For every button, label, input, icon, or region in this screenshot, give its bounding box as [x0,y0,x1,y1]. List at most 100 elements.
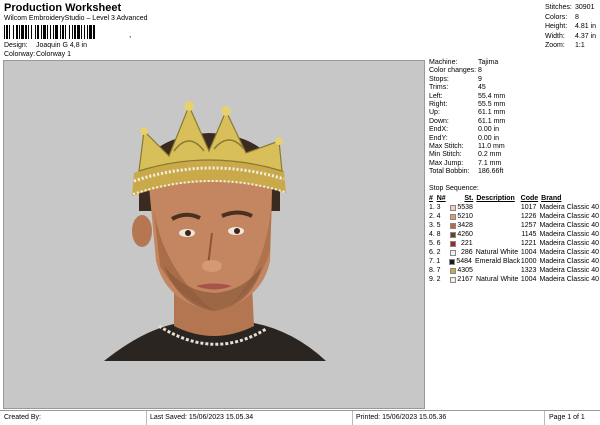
col-swatch [450,194,458,203]
printed-date: Printed: 15/06/2023 15.05.36 [356,414,447,421]
info-label: Max Jump: [429,159,464,167]
color-swatch [449,276,456,283]
row-needle: 6 [436,240,441,247]
info-value: 0.00 in [478,134,500,142]
info-label: Stops: [429,75,449,83]
table-row: 9. 2 2167 Natural White 1004 Madeira Classic … [429,275,599,284]
stat-zoom: Zoom: 1:1 [545,41,596,51]
row-brand: Madeira Classic 40 [539,240,599,247]
row-needle: 2 [436,276,441,283]
row-brand: Madeira Classic 40 [539,213,599,220]
info-label: Down: [429,117,449,125]
row-brand: Madeira Classic 40 [539,258,600,265]
info-label: Max Stitch: [429,142,464,150]
row-index: 3. [429,222,435,229]
row-stitches: 4305 [457,267,473,274]
row-swatch-cell [449,203,458,212]
row-index: 4. [429,231,435,238]
info-row: Stops: 9 [429,76,599,84]
color-swatch [449,213,456,220]
stat-stitches: Stitches: 30901 [545,3,596,13]
row-stitches: 2167 [457,276,473,283]
row-swatch-cell [449,257,456,266]
row-description [476,266,520,275]
row-brand: Madeira Classic 40 [539,204,599,211]
created-by: Created By: [4,414,41,421]
table-row: 3. 5 3428 1257 Madeira Classic 40 [429,221,599,230]
footer-divider [146,411,147,425]
design-preview [3,60,425,409]
stat-label: Width: [545,32,565,40]
color-swatch [449,267,456,274]
stop-sequence-title: Stop Sequence: [429,185,479,192]
info-row: EndX: 0.00 in [429,126,599,134]
color-swatch [449,204,456,211]
row-index: 5. [429,240,435,247]
row-swatch-cell [449,221,458,230]
row-code: 1000 [520,258,537,265]
info-value: 0.00 in [478,126,500,134]
embroidery-portrait-image [104,101,326,361]
row-needle: 2 [436,249,441,256]
row-swatch-cell [449,230,458,239]
info-value: 61.1 mm [478,117,506,125]
row-code: 1221 [520,240,537,247]
design-value: Joaquin G 4,8 in [36,42,87,49]
row-description [476,203,520,212]
color-swatch [449,231,456,238]
row-code: 1017 [520,204,537,211]
row-swatch-cell [449,248,458,257]
info-row: Max Stitch: 11.0 mm [429,143,599,151]
row-code: 1226 [520,213,537,220]
row-swatch-cell [449,239,458,248]
row-needle: 5 [436,222,441,229]
row-brand: Madeira Classic 40 [539,267,599,274]
row-needle: 1 [436,258,441,265]
table-row: 5. 6 221 1221 Madeira Classic 40 [429,239,599,248]
stat-value: 4.37 in [575,32,597,40]
row-stitches: 3428 [457,222,473,229]
stat-label: Stitches: [545,4,572,11]
info-label: Left: [429,92,443,100]
info-row: Max Jump: 7.1 mm [429,160,599,168]
info-row: Total Bobbin: 186.66ft [429,168,599,176]
row-stitches: 5484 [456,258,472,265]
info-value: 7.1 mm [478,159,502,167]
col-code: Code [520,195,539,202]
info-label: Total Bobbin: [429,168,470,176]
table-row: 6. 2 286 Natural White 1004 Madeira Classic 4… [429,248,599,257]
design-stats: Stitches: 30901 Colors: 8 Height: 4.81 in W… [545,3,596,51]
info-label: Machine: [429,59,458,66]
row-swatch-cell [449,212,458,221]
row-needle: 8 [436,231,441,238]
row-index: 6. [429,249,435,256]
row-stitches: 4260 [457,231,473,238]
row-index: 2. [429,213,435,220]
info-label: Right: [429,100,448,108]
machine-info: Machine: Tajima Color changes: 8 Stops: 9 Trim… [429,59,599,176]
row-description: Emerald Black [474,258,521,265]
row-swatch-cell [449,266,458,275]
info-row: Color changes: 8 [429,67,599,75]
color-swatch [449,222,456,229]
col-needle: N# [436,195,446,202]
info-value: 55.4 mm [478,92,506,100]
row-description: Natural White [475,249,519,256]
stat-value: 8 [575,13,579,21]
row-swatch-cell [449,275,458,284]
row-brand: Madeira Classic 40 [539,276,599,283]
info-row: Machine: Tajima [429,59,599,67]
stop-sequence-table: # N# St. Description Code Brand 1. 3 5538 1… [429,194,599,284]
info-label: Min Stitch: [429,151,462,159]
info-label: Color changes: [429,67,477,75]
page-number: Page 1 of 1 [549,414,585,421]
info-row: Right: 55.5 mm [429,101,599,109]
info-row: Min Stitch: 0.2 mm [429,151,599,159]
col-brand: Brand [541,195,562,202]
color-swatch [449,240,456,247]
info-label: EndX: [429,126,449,134]
stat-value: 1:1 [575,42,585,50]
row-stitches: 5538 [457,204,473,211]
row-description [476,221,520,230]
stat-height: Height: 4.81 in [545,22,596,32]
